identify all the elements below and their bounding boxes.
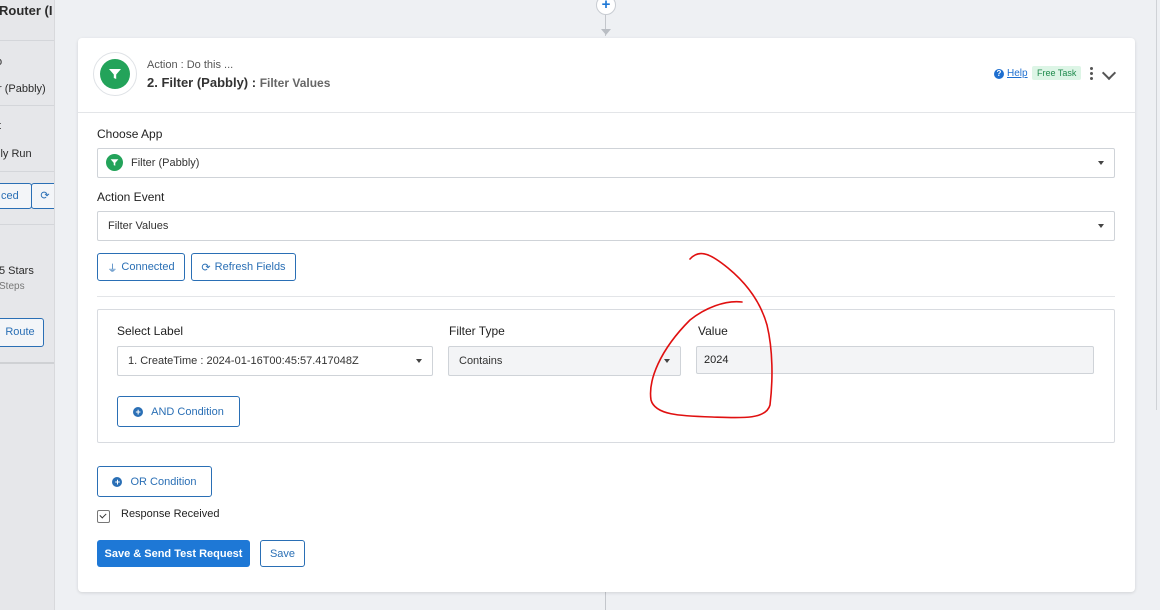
filter-app-icon [106,154,123,171]
choose-app-value: Filter (Pabbly) [131,157,200,169]
app-logo [93,52,137,96]
filter-type-dropdown[interactable]: Contains [448,346,681,376]
value-input[interactable]: 2024 [696,346,1094,374]
help-link[interactable]: ? Help [994,68,1028,79]
value-header: Value [698,324,728,338]
step-title-text: 2. Filter (Pabbly) : [147,75,260,90]
panel-stars: 5 Stars [0,265,34,277]
panel-divider [0,40,54,41]
panel-divider [0,362,54,364]
step-header[interactable]: Action : Do this ... 2. Filter (Pabbly) … [78,38,1135,113]
select-label-value: 1. CreateTime : 2024-01-16T00:45:57.4170… [128,355,359,367]
refresh-fields-button[interactable]: ⟳ Refresh Fields [191,253,296,281]
choose-app-select[interactable]: Filter (Pabbly) [97,148,1115,178]
step-title: 2. Filter (Pabbly) : Filter Values [147,75,330,90]
caret-down-icon [664,359,670,363]
plug-icon: ⏚ [107,263,118,275]
question-icon: ? [994,68,1004,79]
panel-app-name: r (Pabbly) [0,83,46,95]
background-workflow-panel: Router (I o r (Pabbly) t lly Run ced ⟳ 5… [0,0,55,610]
canvas-divider [1156,0,1157,410]
action-event-value: Filter Values [108,220,169,232]
save-send-test-button[interactable]: Save & Send Test Request [97,540,250,567]
router-title: Router (I [0,3,53,18]
or-condition-label: OR Condition [130,475,197,488]
save-button[interactable]: Save [260,540,305,567]
save-send-test-label: Save & Send Test Request [104,547,243,560]
panel-connected-button[interactable]: ced [0,183,32,209]
action-event-select[interactable]: Filter Values [97,211,1115,241]
action-step-card: Action : Do this ... 2. Filter (Pabbly) … [78,38,1135,592]
filter-type-header: Filter Type [449,324,505,338]
panel-mark: t [0,120,1,132]
flow-connector [605,592,606,610]
save-label: Save [269,547,296,560]
response-received-checkbox[interactable] [97,510,110,523]
panel-refresh-button[interactable]: ⟳ [31,183,54,209]
and-condition-label: AND Condition [151,405,224,418]
more-options-icon[interactable] [1089,67,1095,83]
value-input-text: 2024 [704,354,729,366]
select-label-dropdown[interactable]: 1. CreateTime : 2024-01-16T00:45:57.4170… [117,346,433,376]
panel-mark: o [0,56,2,68]
response-received-label: Response Received [121,508,220,520]
panel-divider [0,171,54,172]
panel-run-label: lly Run [0,148,32,160]
panel-button-label: ced [1,190,19,202]
step-caption: Action : Do this ... [147,59,234,71]
panel-steps: Steps [0,281,25,292]
connected-label: Connected [121,261,175,273]
and-condition-button[interactable]: + AND Condition [117,396,240,427]
panel-divider [0,224,54,225]
action-event-label: Action Event [97,190,165,204]
flow-arrow-icon [601,29,611,35]
filter-app-icon [100,59,130,89]
free-task-badge: Free Task [1032,66,1082,80]
select-label-header: Select Label [117,324,184,338]
connected-button[interactable]: ⏚ Connected [97,253,185,281]
section-divider [97,296,1115,297]
caret-down-icon [1098,224,1104,228]
help-label: Help [1007,68,1028,79]
caret-down-icon [1098,161,1104,165]
or-condition-button[interactable]: + OR Condition [97,466,212,497]
refresh-label: Refresh Fields [214,261,286,273]
refresh-icon: ⟳ [201,261,211,274]
add-step-button[interactable]: + [596,0,616,15]
filter-type-value: Contains [459,355,503,367]
panel-button-label: Route [5,326,35,338]
panel-route-button[interactable]: Route [0,318,44,347]
filter-condition-group: Select Label Filter Type Value 1. Create… [97,309,1115,443]
panel-divider [0,105,54,106]
step-subtitle: Filter Values [259,76,331,90]
choose-app-label: Choose App [97,127,163,141]
chevron-down-icon[interactable] [1101,65,1117,81]
plus-circle-icon: + [133,406,144,417]
plus-circle-icon: + [112,476,123,487]
caret-down-icon [416,359,422,363]
